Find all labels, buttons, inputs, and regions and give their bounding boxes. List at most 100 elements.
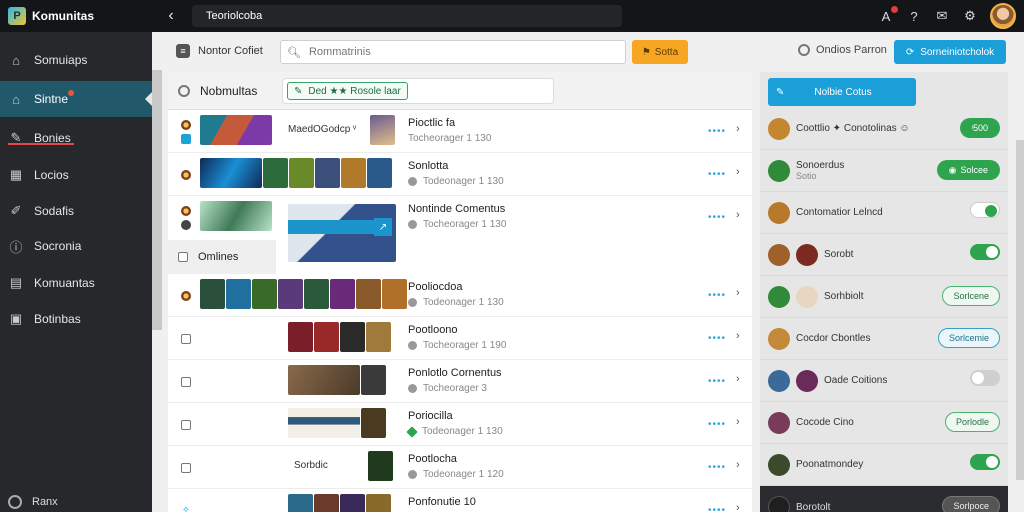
chevron-right-icon[interactable]: › [736,416,740,428]
friend-toggle[interactable] [970,202,1000,218]
left-scrollbar[interactable] [152,70,162,330]
search-box[interactable]: 🔍︎ [280,40,626,64]
friend-toggle[interactable] [970,454,1000,470]
more-dots-icon[interactable]: •••• [708,505,726,512]
help-icon[interactable]: ? [906,8,922,24]
list-item[interactable]: Sonlotta Todeonager 1 130 •••• › [168,153,752,196]
friend-row[interactable]: Coottlio ✦ Conotolinas ☺ ᶦ500 [760,108,1008,150]
friend-action-button[interactable]: ᶦ500 [959,118,1000,138]
chevron-right-icon[interactable]: › [736,459,740,471]
friend-action-button[interactable]: Sorlcene [942,286,1000,306]
row-title: Pootlocha [408,453,457,465]
sidebar-item-socronia[interactable]: ⓘ Socronia [0,228,152,264]
friend-row[interactable]: Borotolt Sorlpoce [760,486,1008,512]
friend-row[interactable]: Cocdor Cbontles Sorlcemie [760,318,1008,360]
settings-icon[interactable]: ⚙ [962,8,978,24]
game-icon [181,206,191,216]
sort-control[interactable]: ≡ Nontor Cofiet [176,44,263,58]
friend-row[interactable]: Poonatmondey [760,444,1008,486]
friend-row[interactable]: Cocode Cino Porlodle [760,402,1008,444]
sidebar-item-community[interactable]: ⌂ Sintne [0,81,152,117]
list-item[interactable]: Poriocilla Todeonager 1 130 •••• › [168,403,752,446]
more-dots-icon[interactable]: •••• [708,212,726,223]
sidebar-item-locios[interactable]: ▦ Locios [0,157,152,193]
friend-action-button[interactable]: Sorlpoce [942,496,1000,512]
back-button[interactable]: ‹ [160,5,182,27]
friend-row[interactable]: Sorhbiolt Sorlcene [760,276,1008,318]
thumbnail [370,115,395,145]
sidebar-item-label: Socronia [34,239,82,253]
message-icon[interactable]: ✉ [934,8,950,24]
avatar [796,243,818,266]
right-scrollbar[interactable] [1016,140,1024,480]
friend-row[interactable]: Oade Coitions [760,360,1008,402]
thumbnail [368,451,393,481]
thumbnail [200,158,262,188]
more-dots-icon[interactable]: •••• [708,419,726,430]
friend-row[interactable]: Sonoerdus Sotio ◉ Solcee [760,150,1008,192]
row-lead [178,196,194,240]
friend-action-button[interactable]: ◉ Solcee [936,160,1000,180]
chevron-right-icon[interactable]: › [736,502,740,512]
brand[interactable]: P Komunitas [0,7,152,25]
sidebar-item-botinbas[interactable]: ▣ Botinbas [0,301,152,337]
search-icon: 🔍︎ [287,46,301,59]
current-user-label: Ranx [32,496,58,508]
right-action-button[interactable]: ✎ Nolbie Cotus [768,78,916,106]
chevron-right-icon[interactable]: › [736,330,740,342]
sidebar-item-home[interactable]: ⌂ Somuiaps [0,42,152,78]
chevron-right-icon[interactable]: › [736,123,740,135]
chevron-right-icon[interactable]: › [736,209,740,221]
filter-chip-box[interactable]: ✎ Ded ★★ Rosole laar [282,78,554,104]
friend-row[interactable]: Sorobt [760,234,1008,276]
friend-row[interactable]: Contomatior Lelncd [760,192,1008,234]
row-checkbox[interactable] [181,333,191,344]
more-dots-icon[interactable]: •••• [708,126,726,137]
pencil-icon: ✎ [10,130,22,145]
search-input[interactable] [308,46,609,58]
filter-button[interactable]: ⚑ Sotta [632,40,688,64]
row-checkbox[interactable] [181,376,191,387]
status-control[interactable]: Ondios Parron ⚙ [798,44,905,56]
list-item[interactable]: Ponlotlo Cornentus Tocheorager 3 •••• › [168,360,752,403]
friend-action-button[interactable]: Porlodle [944,412,1000,432]
clock-icon [408,220,417,229]
list-item[interactable]: ✧ Ponfonutie 10 •••• › [168,489,752,512]
more-dots-icon[interactable]: •••• [708,290,726,301]
list-item[interactable]: Sorbdic Pootlocha Todeonager 1 120 •••• … [168,446,752,489]
primary-action-label: Sorneiniotcholok [920,46,995,58]
more-dots-icon[interactable]: •••• [708,333,726,344]
list-item[interactable]: MaedOGodcp ᵛ Pioctlic fa Tocheorager 1 1… [168,110,752,153]
notifications-icon[interactable]: A [878,6,898,24]
user-avatar[interactable] [990,3,1016,29]
sidebar-item-bonies[interactable]: ✎ Bonies [0,120,152,156]
friend-action-button[interactable]: Sorlcemie [937,328,1000,348]
primary-action-button[interactable]: ⟳ Sorneiniotcholok [894,40,1006,64]
row-thumbnails [368,451,393,481]
list-item[interactable]: Pooliocdoa Todeonager 1 130 •••• › [168,274,752,317]
thumbnail [340,494,365,512]
row-subtitle-wrap: Tocheorager 1 130 [408,219,506,230]
thumbnail [341,158,366,188]
chevron-right-icon[interactable]: › [736,287,740,299]
sidebar-item-sodafis[interactable]: ✐ Sodafis [0,193,152,229]
sidebar-item-komuantas[interactable]: ▤ Komuantas [0,265,152,301]
row-checkbox[interactable] [181,419,191,430]
row-checkbox[interactable] [181,462,191,473]
more-dots-icon[interactable]: •••• [708,462,726,473]
row-thumbnails [288,408,386,438]
right-action-label: Nolbie Cotus [814,86,872,98]
page-title: Teoriolcoba [192,5,622,27]
more-dots-icon[interactable]: •••• [708,169,726,180]
row-subtitle-wrap: Todeonager 1 130 [408,176,504,187]
more-dots-icon[interactable]: •••• [708,376,726,387]
section-checkbox[interactable] [178,252,188,262]
friend-toggle[interactable] [970,370,1000,386]
chevron-right-icon[interactable]: › [736,166,740,178]
filter-chip[interactable]: ✎ Ded ★★ Rosole laar [287,82,408,100]
chevron-right-icon[interactable]: › [736,373,740,385]
list-item[interactable]: Pootloono Tocheorager 1 190 •••• › [168,317,752,360]
promo-banner[interactable]: ↗ [288,204,396,262]
friend-toggle[interactable] [970,244,1000,260]
current-user[interactable]: Ranx [8,495,58,509]
